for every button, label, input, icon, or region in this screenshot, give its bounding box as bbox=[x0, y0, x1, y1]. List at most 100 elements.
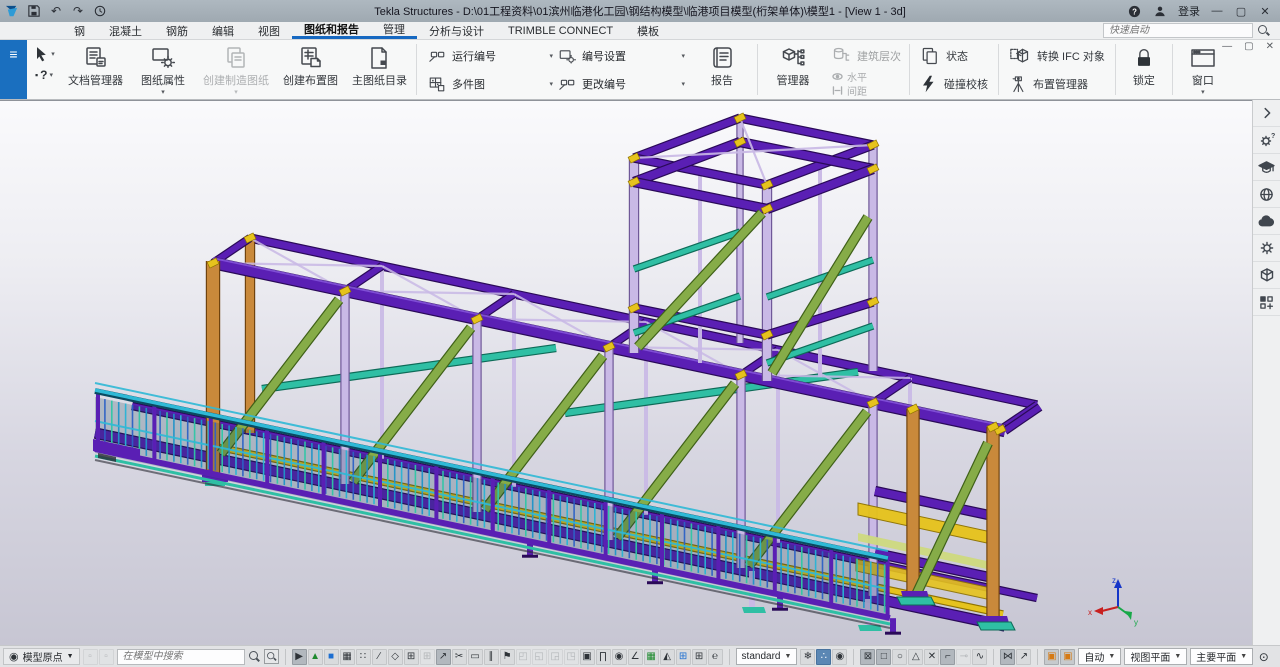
model-origin-dropdown[interactable]: ◉ 模型原点 ▼ bbox=[3, 648, 80, 665]
master-drawing-catalog-button[interactable]: 主图纸目录 bbox=[345, 40, 414, 99]
select-points-icon[interactable]: ∷ bbox=[356, 649, 371, 665]
snap-midpoint-icon[interactable]: △ bbox=[908, 649, 923, 665]
report-button[interactable]: 报告 bbox=[689, 40, 755, 99]
tekla-online-icon[interactable] bbox=[1253, 181, 1280, 208]
help-icon[interactable]: ? bbox=[1126, 3, 1142, 19]
menu-hamburger-icon[interactable]: ≡ bbox=[0, 40, 27, 99]
model-cube-icon[interactable] bbox=[1253, 262, 1280, 289]
model-search-input[interactable] bbox=[117, 649, 245, 665]
document-manager-button[interactable]: 文档管理器 bbox=[61, 40, 130, 99]
select-bolt-icon[interactable]: ◳ bbox=[564, 649, 579, 665]
cloud-icon[interactable] bbox=[1253, 208, 1280, 235]
3d-model[interactable]: zxy bbox=[0, 101, 1251, 645]
quick-launch-search-icon[interactable] bbox=[1257, 24, 1270, 37]
settings-gear-icon[interactable] bbox=[1253, 235, 1280, 262]
lock-button[interactable]: 锁定 bbox=[1118, 40, 1170, 99]
status-button[interactable]: 状态 bbox=[920, 43, 988, 68]
snap-points-icon[interactable]: ⊠ bbox=[860, 649, 875, 665]
save-icon[interactable] bbox=[26, 3, 42, 19]
login-button[interactable]: 登录 bbox=[1178, 3, 1200, 19]
close-icon[interactable]: ✕ bbox=[1258, 5, 1272, 18]
model-viewport[interactable]: zxy bbox=[0, 100, 1252, 645]
snap-any-position-icon[interactable]: ⋈ bbox=[1000, 649, 1015, 665]
spacing-button[interactable]: 间距 bbox=[832, 84, 901, 97]
select-filter-green-icon[interactable]: ▲ bbox=[308, 649, 323, 665]
drawing-properties-button[interactable]: 图纸属性 ▾ bbox=[130, 40, 196, 99]
xsnap-plane-icon[interactable]: ▣ bbox=[1060, 649, 1075, 665]
select-line-icon[interactable]: ∕ bbox=[372, 649, 387, 665]
select-surface-icon[interactable]: ▦ bbox=[644, 649, 659, 665]
snap-endpoint-icon[interactable]: □ bbox=[876, 649, 891, 665]
ribbon-close-icon[interactable]: ✕ bbox=[1266, 41, 1274, 52]
ribbon-minimize-icon[interactable]: — bbox=[1222, 41, 1232, 52]
tab-analysis-design[interactable]: 分析与设计 bbox=[417, 22, 496, 39]
multi-drawing-button[interactable]: 多件图 ▾ bbox=[423, 70, 553, 98]
select-cut-icon[interactable]: ✂ bbox=[452, 649, 467, 665]
horizontal-button[interactable]: 水平 bbox=[832, 70, 901, 83]
history-clock-icon[interactable] bbox=[92, 3, 108, 19]
select-grid-plane-icon[interactable]: ⊞ bbox=[420, 649, 435, 665]
snap-nearest-icon[interactable]: ∿ bbox=[972, 649, 987, 665]
snap-settings-icon[interactable]: ❄ bbox=[800, 649, 815, 665]
select-view-icon[interactable]: ▭ bbox=[468, 649, 483, 665]
select-components-icon[interactable]: ⊞ bbox=[692, 649, 707, 665]
view-plane-dropdown[interactable]: 视图平面 ▼ bbox=[1124, 648, 1187, 665]
xsnap-depth-icon[interactable]: ▣ bbox=[1044, 649, 1059, 665]
create-ga-drawing-button[interactable]: 创建布置图 bbox=[276, 40, 345, 99]
convert-ifc-button[interactable]: 转换 IFC 对象 bbox=[1009, 43, 1105, 68]
tab-template[interactable]: 模板 bbox=[625, 22, 671, 39]
tab-rebar[interactable]: 钢筋 bbox=[154, 22, 200, 39]
tab-drawings-reports[interactable]: 图纸和报告 bbox=[292, 22, 371, 39]
model-search-icon[interactable] bbox=[248, 650, 261, 663]
workplane-button-2[interactable]: ▫ bbox=[99, 649, 114, 665]
restore-icon[interactable]: ▢ bbox=[1234, 5, 1248, 18]
select-phase-icon[interactable]: ◱ bbox=[532, 649, 547, 665]
undo-icon[interactable]: ↶ bbox=[48, 3, 64, 19]
learning-icon[interactable] bbox=[1253, 154, 1280, 181]
select-grid-blue-icon[interactable]: ⊞ bbox=[676, 649, 691, 665]
standard-filter-dropdown[interactable]: standard ▼ bbox=[736, 648, 798, 665]
select-point-icon[interactable]: ◭ bbox=[660, 649, 675, 665]
tab-trimble-connect[interactable]: TRIMBLE CONNECT bbox=[496, 22, 625, 39]
change-numbering-button[interactable]: 更改编号 ▾ bbox=[553, 70, 685, 98]
select-plane-icon[interactable]: ▣ bbox=[580, 649, 595, 665]
tab-edit[interactable]: 编辑 bbox=[200, 22, 246, 39]
minimize-icon[interactable]: — bbox=[1210, 5, 1224, 17]
snap-extension-icon[interactable]: ⊸ bbox=[956, 649, 971, 665]
select-area-blue-icon[interactable]: ■ bbox=[324, 649, 339, 665]
visibility-eye-icon[interactable]: ◉ bbox=[832, 649, 847, 665]
workplane-button-1[interactable]: ▫ bbox=[83, 649, 98, 665]
select-fence-icon[interactable]: ▦ bbox=[340, 649, 355, 665]
numbering-settings-button[interactable]: 编号设置 ▾ bbox=[553, 42, 685, 70]
snap-perpendicular-icon[interactable]: ⌐ bbox=[940, 649, 955, 665]
snap-center-icon[interactable]: ○ bbox=[892, 649, 907, 665]
select-cursor-icon[interactable]: ▶ bbox=[292, 649, 307, 665]
select-grid-icon[interactable]: ⊞ bbox=[404, 649, 419, 665]
snap-free-icon[interactable]: ℮ bbox=[708, 649, 723, 665]
main-plane-dropdown[interactable]: 主要平面 ▼ bbox=[1190, 648, 1253, 665]
quick-launch-input[interactable] bbox=[1103, 23, 1253, 38]
select-component-icon[interactable]: ∏ bbox=[596, 649, 611, 665]
create-shop-drawings-button[interactable]: 创建制造图纸 ▾ bbox=[196, 40, 276, 99]
select-solid-icon[interactable]: ◇ bbox=[388, 649, 403, 665]
snap-intersection-icon[interactable]: ✕ bbox=[924, 649, 939, 665]
select-weld-icon[interactable]: ◲ bbox=[548, 649, 563, 665]
select-assembly-icon[interactable]: ◰ bbox=[516, 649, 531, 665]
applications-icon[interactable] bbox=[1253, 289, 1280, 316]
select-joint-icon[interactable]: ⚑ bbox=[500, 649, 515, 665]
tab-view[interactable]: 视图 bbox=[246, 22, 292, 39]
auto-dropdown[interactable]: 自动 ▼ bbox=[1078, 648, 1121, 665]
tab-concrete[interactable]: 混凝土 bbox=[97, 22, 154, 39]
panel-collapse-icon[interactable] bbox=[1253, 100, 1280, 127]
clash-check-button[interactable]: 碰撞校核 bbox=[920, 71, 988, 96]
building-hierarchy-button[interactable]: 建筑层次 bbox=[832, 43, 901, 69]
user-icon[interactable] bbox=[1152, 3, 1168, 19]
manager-button[interactable]: 管理器 bbox=[760, 40, 826, 99]
help-settings-icon[interactable]: ? bbox=[1253, 127, 1280, 154]
select-tool-button[interactable]: ▾ bbox=[33, 45, 55, 62]
search-window-icon[interactable] bbox=[264, 649, 279, 664]
layout-manager-button[interactable]: 布置管理器 bbox=[1009, 71, 1105, 96]
select-distance-icon[interactable]: ∠ bbox=[628, 649, 643, 665]
snap-ortho-icon[interactable]: ↗ bbox=[1016, 649, 1031, 665]
hidden-objects-eye-icon[interactable]: ⊙ bbox=[1256, 649, 1271, 665]
